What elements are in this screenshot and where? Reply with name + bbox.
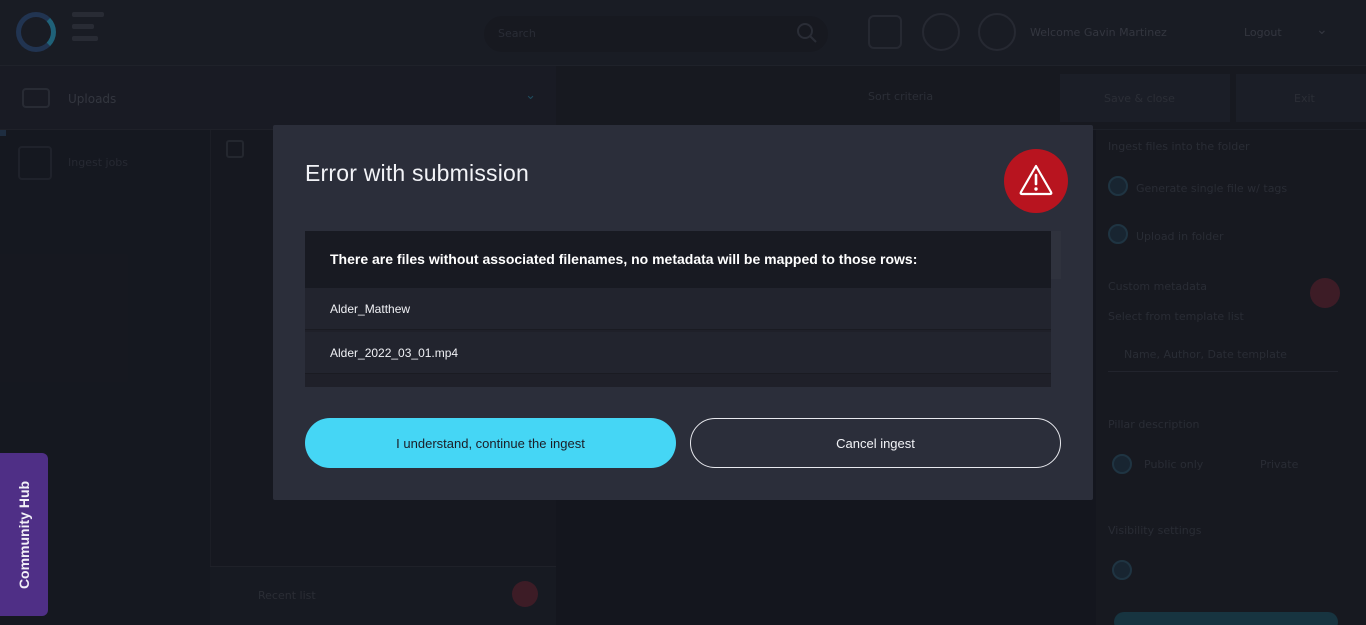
file-name: Alder_2022_03_01.mp4 — [330, 346, 459, 360]
error-message: There are files without associated filen… — [330, 251, 918, 267]
error-dialog: Error with submission There are files wi… — [273, 125, 1093, 500]
community-hub-tab[interactable]: Community Hub — [0, 453, 48, 616]
list-item: Alder_Matthew — [305, 288, 1051, 330]
file-name: Alder_Matthew — [330, 302, 411, 316]
list-item: Alder_2022_03_01.mp4 — [305, 332, 1051, 374]
cancel-ingest-button[interactable]: Cancel ingest — [690, 418, 1061, 468]
community-hub-label: Community Hub — [16, 480, 32, 590]
dialog-title: Error with submission — [305, 160, 530, 186]
missing-files-list[interactable]: There are files without associated filen… — [305, 231, 1051, 387]
warning-badge — [1004, 149, 1068, 213]
scrollbar[interactable] — [1051, 231, 1061, 279]
continue-ingest-button[interactable]: I understand, continue the ingest — [305, 418, 676, 468]
list-header: There are files without associated filen… — [305, 231, 1051, 288]
warning-triangle-icon — [1019, 164, 1053, 196]
